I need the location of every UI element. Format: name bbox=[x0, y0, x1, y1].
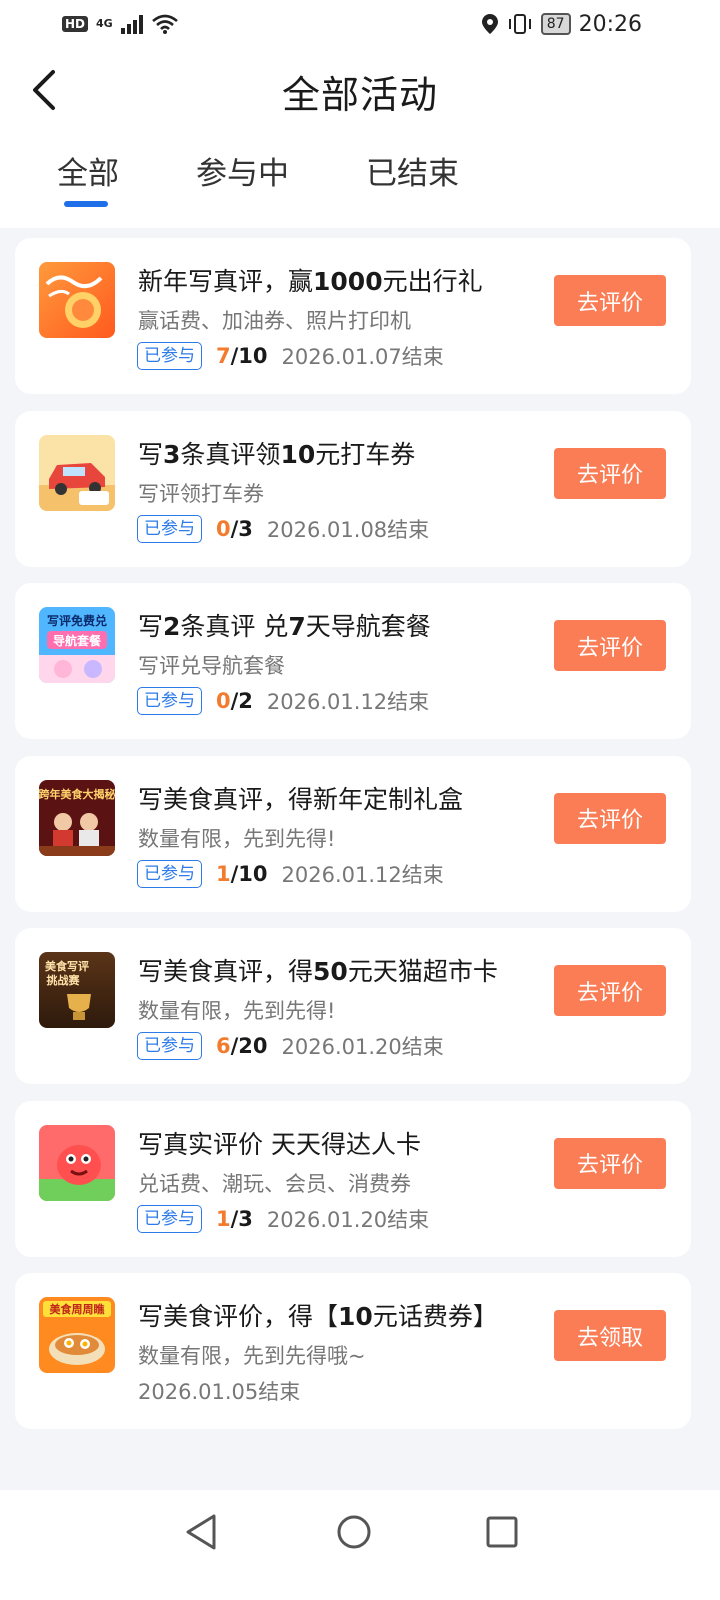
tab-ended[interactable]: 已结束 bbox=[366, 148, 459, 193]
activity-subtitle: 兑话费、潮玩、会员、消费券 bbox=[138, 1171, 411, 1196]
progress-count: 1/3 bbox=[216, 1206, 253, 1231]
back-button[interactable] bbox=[22, 68, 66, 112]
car-coupon-thumbnail bbox=[39, 434, 115, 511]
tab-participating[interactable]: 参与中 bbox=[196, 148, 289, 193]
activity-card[interactable]: 跨年美食大揭秘 写美食真评，得新年定制礼盒 数量有限，先到先得! 已参与 1/1… bbox=[15, 755, 691, 912]
activity-card[interactable]: 美食写评 挑战赛 写美食真评，得50元天猫超市卡 数量有限，先到先得! 已参与 … bbox=[15, 928, 691, 1084]
activity-subtitle: 数量有限，先到先得! bbox=[138, 999, 336, 1023]
progress-count: 0/2 bbox=[216, 689, 253, 713]
progress-count: 0/3 bbox=[216, 516, 253, 541]
activity-subtitle: 数量有限，先到先得哦~ bbox=[138, 1344, 366, 1368]
tab-all[interactable]: 全部 bbox=[57, 148, 119, 207]
activity-title: 写美食评价，得【10元话费券】 bbox=[138, 1302, 498, 1331]
end-date: 2026.01.05结束 bbox=[138, 1380, 301, 1404]
status-left: HD 4G bbox=[62, 13, 179, 35]
battery-icon: 87 bbox=[540, 13, 571, 35]
activity-title: 写美食真评，得新年定制礼盒 bbox=[138, 784, 464, 814]
network-type: 4G bbox=[96, 17, 113, 30]
activity-title: 新年写真评，赢1000元出行礼 bbox=[138, 267, 483, 296]
activity-subtitle: 数量有限，先到先得! bbox=[138, 826, 336, 851]
activity-card[interactable]: 写3条真评领10元打车券 写评领打车券 已参与 0/3 2026.01.08结束… bbox=[15, 410, 691, 567]
progress-count: 7/10 bbox=[216, 344, 268, 368]
activity-meta: 已参与 0/3 2026.01.08结束 bbox=[137, 514, 429, 544]
review-button[interactable]: 去评价 bbox=[554, 792, 666, 844]
activity-card[interactable]: 写评免费兑 导航套餐 写2条真评 兑7天导航套餐 写评兑导航套餐 已参与 0/2… bbox=[15, 583, 691, 739]
tab-label: 全部 bbox=[57, 156, 119, 192]
activity-subtitle: 赢话费、加油券、照片打印机 bbox=[138, 309, 411, 333]
top-area: HD 4G 87 20:26 全部活动 全部 参与中 已结束 bbox=[0, 0, 720, 228]
activity-subtitle: 写评领打车券 bbox=[138, 481, 264, 506]
page-title: 全部活动 bbox=[281, 72, 438, 117]
review-button[interactable]: 去评价 bbox=[554, 965, 666, 1016]
activity-title: 写2条真评 兑7天导航套餐 bbox=[138, 612, 431, 641]
review-button[interactable]: 去评价 bbox=[554, 275, 666, 326]
thumb-text: 美食周周瞧 bbox=[50, 1302, 105, 1316]
end-date: 2026.01.08结束 bbox=[266, 517, 430, 542]
thumb-text: 写评免费兑 bbox=[47, 613, 107, 628]
activity-meta: 已参与 7/10 2026.01.07结束 bbox=[137, 341, 444, 371]
activity-card[interactable]: 美食周周瞧 写美食评价，得【10元话费券】 数量有限，先到先得哦~ 2026.0… bbox=[15, 1273, 691, 1429]
progress-count: 6/20 bbox=[216, 1034, 268, 1058]
nav-back-button[interactable] bbox=[180, 1510, 224, 1554]
activity-list: 新年写真评，赢1000元出行礼 赢话费、加油券、照片打印机 已参与 7/10 2… bbox=[15, 238, 691, 1446]
participated-badge: 已参与 bbox=[137, 1204, 202, 1233]
nav-header: 全部活动 bbox=[0, 48, 720, 134]
vibrate-icon bbox=[508, 14, 531, 34]
location-icon bbox=[481, 14, 498, 34]
active-tab-indicator bbox=[64, 201, 108, 207]
tab-label: 已结束 bbox=[366, 156, 459, 192]
end-date: 2026.01.07结束 bbox=[281, 345, 444, 369]
end-date: 2026.01.12结束 bbox=[266, 690, 430, 714]
status-bar: HD 4G 87 20:26 bbox=[0, 0, 720, 48]
participated-badge: 已参与 bbox=[137, 859, 202, 888]
activity-title: 写美食真评，得50元天猫超市卡 bbox=[138, 957, 498, 986]
clock: 20:26 bbox=[578, 11, 642, 37]
thumb-text: 美食写评 bbox=[45, 959, 89, 973]
tab-bar: 全部 参与中 已结束 bbox=[0, 134, 720, 228]
thumb-text: 跨年美食大揭秘 bbox=[39, 787, 115, 801]
participated-badge: 已参与 bbox=[137, 1032, 202, 1060]
navigation-package-thumbnail: 写评免费兑 导航套餐 bbox=[39, 607, 115, 683]
nav-home-button[interactable] bbox=[332, 1510, 376, 1554]
activity-title: 写真实评价 天天得达人卡 bbox=[138, 1129, 421, 1159]
end-date: 2026.01.20结束 bbox=[281, 1035, 444, 1059]
nav-recents-square-icon bbox=[486, 1516, 518, 1548]
claim-button[interactable]: 去领取 bbox=[554, 1310, 666, 1361]
hd-icon: HD bbox=[62, 16, 89, 32]
mascot-thumbnail bbox=[39, 1124, 115, 1201]
nav-back-triangle-icon bbox=[186, 1514, 216, 1550]
participated-badge: 已参与 bbox=[137, 687, 202, 715]
activity-card[interactable]: 写真实评价 天天得达人卡 兑话费、潮玩、会员、消费券 已参与 1/3 2026.… bbox=[15, 1100, 691, 1257]
review-button[interactable]: 去评价 bbox=[554, 447, 666, 499]
activity-subtitle: 写评兑导航套餐 bbox=[138, 654, 285, 678]
end-date: 2026.01.12结束 bbox=[281, 862, 444, 887]
signal-icon bbox=[120, 14, 143, 34]
thumb-text: 挑战赛 bbox=[47, 973, 81, 987]
back-chevron-icon bbox=[33, 70, 55, 110]
activity-meta: 已参与 1/10 2026.01.12结束 bbox=[137, 859, 444, 889]
nav-recents-button[interactable] bbox=[480, 1510, 524, 1554]
end-date: 2026.01.20结束 bbox=[266, 1207, 430, 1232]
review-button[interactable]: 去评价 bbox=[554, 620, 666, 671]
activity-card[interactable]: 新年写真评，赢1000元出行礼 赢话费、加油券、照片打印机 已参与 7/10 2… bbox=[15, 238, 691, 394]
tab-label: 参与中 bbox=[196, 156, 289, 192]
progress-count: 1/10 bbox=[216, 861, 268, 886]
new-year-travel-thumbnail bbox=[39, 262, 115, 338]
participated-badge: 已参与 bbox=[137, 342, 202, 370]
status-right: 87 20:26 bbox=[481, 12, 642, 37]
review-button[interactable]: 去评价 bbox=[554, 1137, 666, 1189]
thumb-text: 导航套餐 bbox=[53, 633, 102, 648]
food-review-challenge-thumbnail: 美食写评 挑战赛 bbox=[39, 952, 115, 1028]
participated-badge: 已参与 bbox=[137, 514, 202, 543]
system-navigation-bar bbox=[0, 1490, 720, 1600]
food-gift-box-thumbnail: 跨年美食大揭秘 bbox=[39, 779, 115, 856]
wifi-icon bbox=[151, 14, 178, 34]
activity-title: 写3条真评领10元打车券 bbox=[138, 439, 416, 469]
activity-meta: 已参与 6/20 2026.01.20结束 bbox=[137, 1031, 444, 1061]
nav-home-circle-icon bbox=[337, 1515, 371, 1549]
activity-meta: 已参与 0/2 2026.01.12结束 bbox=[137, 686, 429, 716]
activity-meta: 已参与 1/3 2026.01.20结束 bbox=[137, 1204, 429, 1234]
food-week-thumbnail: 美食周周瞧 bbox=[39, 1297, 115, 1373]
